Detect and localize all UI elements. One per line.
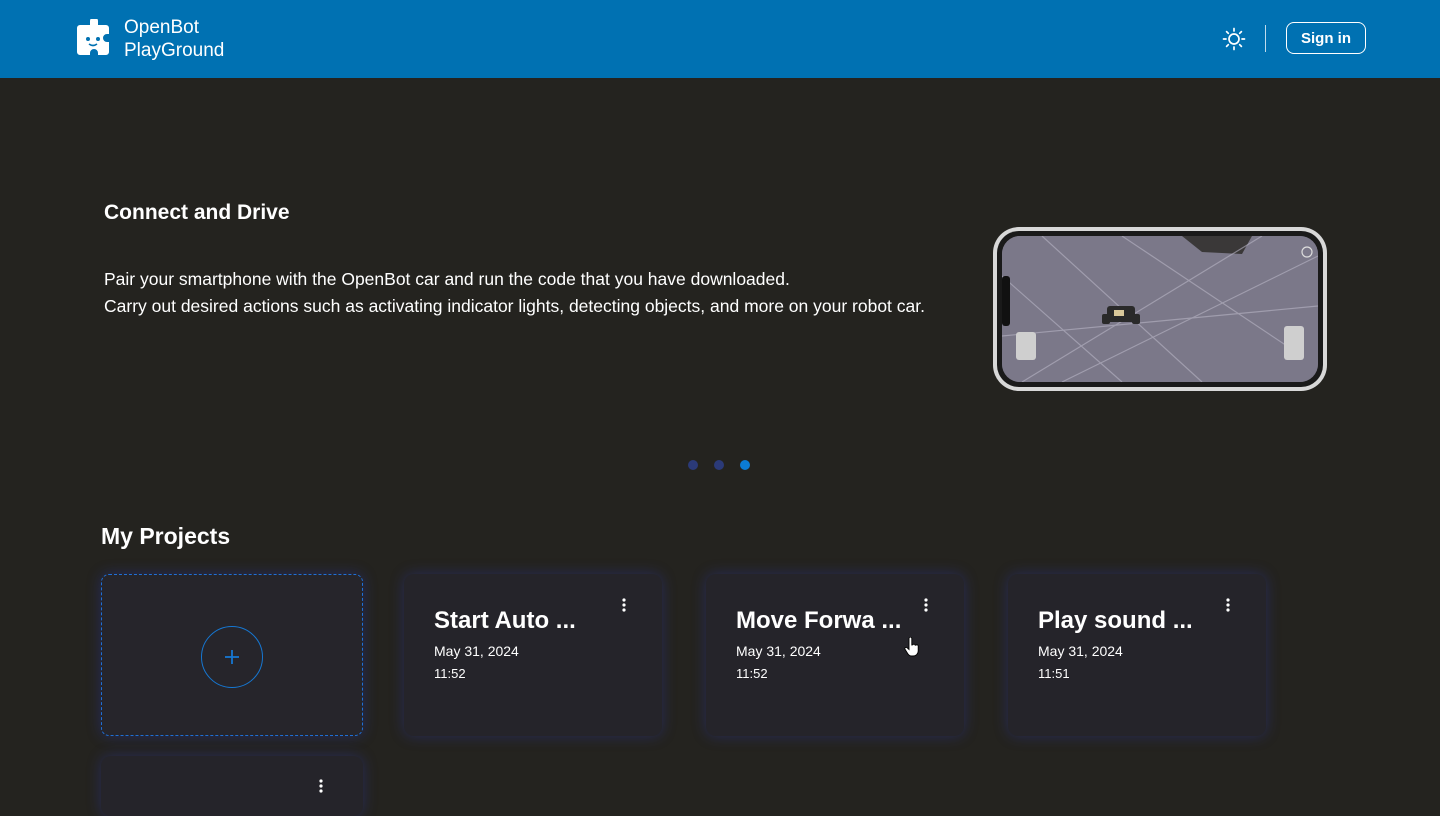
project-title: Start Auto ... xyxy=(434,607,576,634)
my-projects-heading: My Projects xyxy=(101,523,231,549)
project-card[interactable]: Play sound ... May 31, 2024 11:51 xyxy=(1008,574,1266,736)
slide-title: Connect and Drive xyxy=(104,201,290,224)
logo-line-1: OpenBot xyxy=(124,17,199,38)
intro-carousel: Connect and Drive Pair your smartphone w… xyxy=(0,78,1440,488)
project-card[interactable]: Start Auto ... May 31, 2024 11:52 xyxy=(404,574,662,736)
project-date: May 31, 2024 xyxy=(736,643,821,659)
theme-toggle-button[interactable] xyxy=(1218,23,1250,55)
project-title: Move Forwa ... xyxy=(736,607,902,634)
hand-cursor-icon xyxy=(904,637,919,657)
plus-icon xyxy=(201,626,263,688)
puzzle-robot-icon[interactable] xyxy=(76,19,112,57)
project-card[interactable]: Move Forwa ... May 31, 2024 11:52 xyxy=(706,574,964,736)
new-project-card[interactable] xyxy=(101,574,363,736)
carousel-dot-3[interactable] xyxy=(740,460,750,470)
app-logo-text[interactable]: OpenBot PlayGround xyxy=(124,16,224,62)
slide-description-line-2: Carry out desired actions such as activa… xyxy=(104,296,925,316)
project-time: 11:51 xyxy=(1038,666,1070,681)
header-divider xyxy=(1265,25,1266,52)
carousel-dot-1[interactable] xyxy=(688,460,698,470)
sign-in-button[interactable]: Sign in xyxy=(1286,22,1366,54)
top-header: OpenBot PlayGround Sign in xyxy=(0,0,1440,78)
logo-line-2: PlayGround xyxy=(124,40,225,61)
carousel-dot-2[interactable] xyxy=(714,460,724,470)
project-date: May 31, 2024 xyxy=(434,643,519,659)
phone-screen-image xyxy=(1002,236,1318,382)
slide-description: Pair your smartphone with the OpenBot ca… xyxy=(104,266,1004,320)
project-time: 11:52 xyxy=(736,666,768,681)
more-options-icon[interactable] xyxy=(311,776,331,796)
more-options-icon[interactable] xyxy=(1218,595,1238,615)
sun-icon xyxy=(1222,27,1246,51)
phone-illustration xyxy=(993,227,1327,391)
more-options-icon[interactable] xyxy=(614,595,634,615)
more-options-icon[interactable] xyxy=(916,595,936,615)
project-time: 11:52 xyxy=(434,666,466,681)
project-card[interactable] xyxy=(101,756,363,816)
slide-description-line-1: Pair your smartphone with the OpenBot ca… xyxy=(104,269,790,289)
carousel-pagination xyxy=(688,460,750,470)
project-title: Play sound ... xyxy=(1038,607,1193,634)
project-date: May 31, 2024 xyxy=(1038,643,1123,659)
